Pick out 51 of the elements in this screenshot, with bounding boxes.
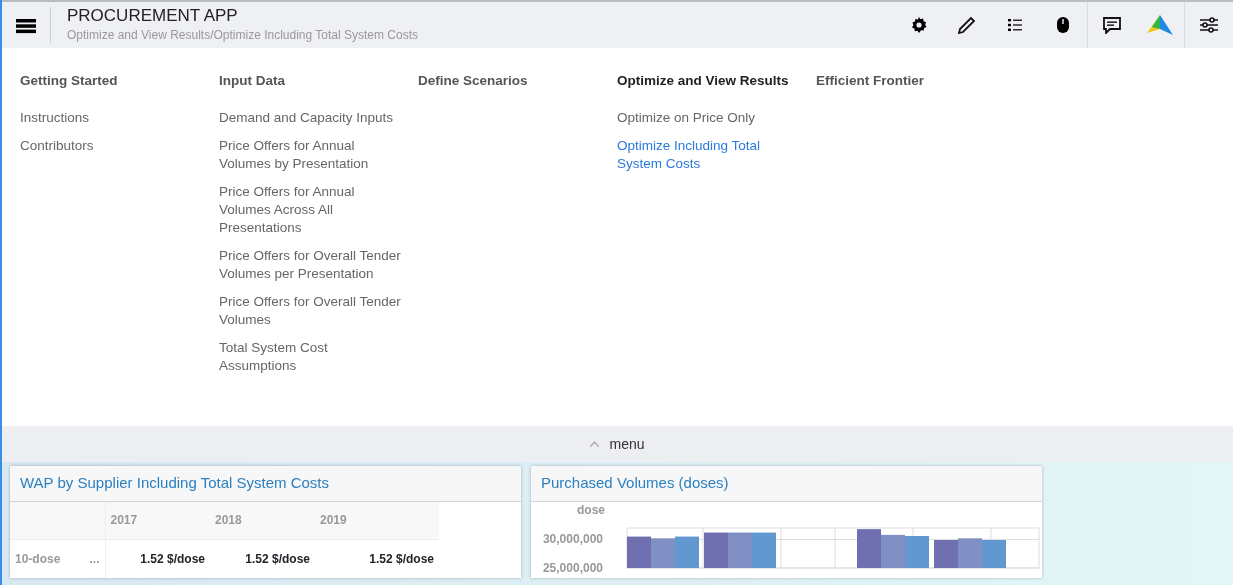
triangle-logo-icon [1147,15,1173,35]
table-cell: 1.52 $/dose [210,539,315,578]
card-title: WAP by Supplier Including Total System Costs [10,466,521,502]
chart-bar [675,536,699,568]
table-cell: 1.52 $/dose [105,539,210,578]
chart-bar [857,528,881,568]
menu-link[interactable]: Instructions [20,109,205,128]
chart-bar [934,539,958,568]
mouse-icon [1057,17,1069,33]
menu-section-heading[interactable]: Optimize and View Results [617,71,789,92]
chart-bar [982,539,1006,568]
menu-link[interactable]: Price Offers for Annual Volumes by Presentation [219,137,404,174]
chart-bar [704,532,728,568]
axis-tick-label: 25,000,000 [542,560,603,575]
menu-link[interactable]: Optimize Including Total System Costs [617,137,802,174]
menu-link[interactable]: Price Offers for Overall Tender Volumes per Presentation [219,247,404,284]
breadcrumb: Optimize and View Results/Optimize Including Total System Costs [67,27,420,44]
menu-toggle[interactable]: menu [2,426,1233,462]
menu-icon [16,17,36,34]
chart-bar [651,537,675,568]
menu-link[interactable]: Price Offers for Overall Tender Volumes [219,293,404,330]
chart-bar [752,532,776,568]
menu-link[interactable]: Price Offers for Annual Volumes Across All Presentations [219,183,404,238]
settings-icon [911,17,927,33]
menu-section-heading[interactable]: Efficient Frontier [816,71,924,92]
menu-section-heading[interactable]: Getting Started [20,71,118,92]
column-header: 2018 [210,501,315,540]
menu-link[interactable]: Total System Cost Assumptions [219,339,404,376]
column-header: 2017 [105,501,210,540]
app-title: PROCUREMENT APP [67,6,239,26]
sliders-icon [1200,17,1218,33]
chart-bar [728,532,752,568]
axis-tick-label: 30,000,000 [542,531,603,546]
caret-icon [590,441,600,447]
list-icon [1008,19,1022,31]
menu-section-heading[interactable]: Define Scenarios [418,71,528,92]
comment-icon [1103,16,1121,34]
table-cell: 1.52 $/dose [315,539,439,578]
chart-bar [881,534,905,568]
chart-bar [627,536,651,568]
menu-link[interactable]: Optimize on Price Only [617,109,802,128]
chart-bar [958,537,982,568]
menu-link[interactable]: Contributors [20,137,205,156]
row-label: 10-dose [15,550,61,568]
column-header: 2019 [315,501,439,540]
axis-label: dose [577,502,605,517]
menu-section-heading[interactable]: Input Data [219,71,285,92]
pencil-icon [958,16,976,34]
card-title: Purchased Volumes (doses) [531,466,1042,502]
menu-link[interactable]: Demand and Capacity Inputs [219,109,404,128]
chart-bar [905,535,929,568]
